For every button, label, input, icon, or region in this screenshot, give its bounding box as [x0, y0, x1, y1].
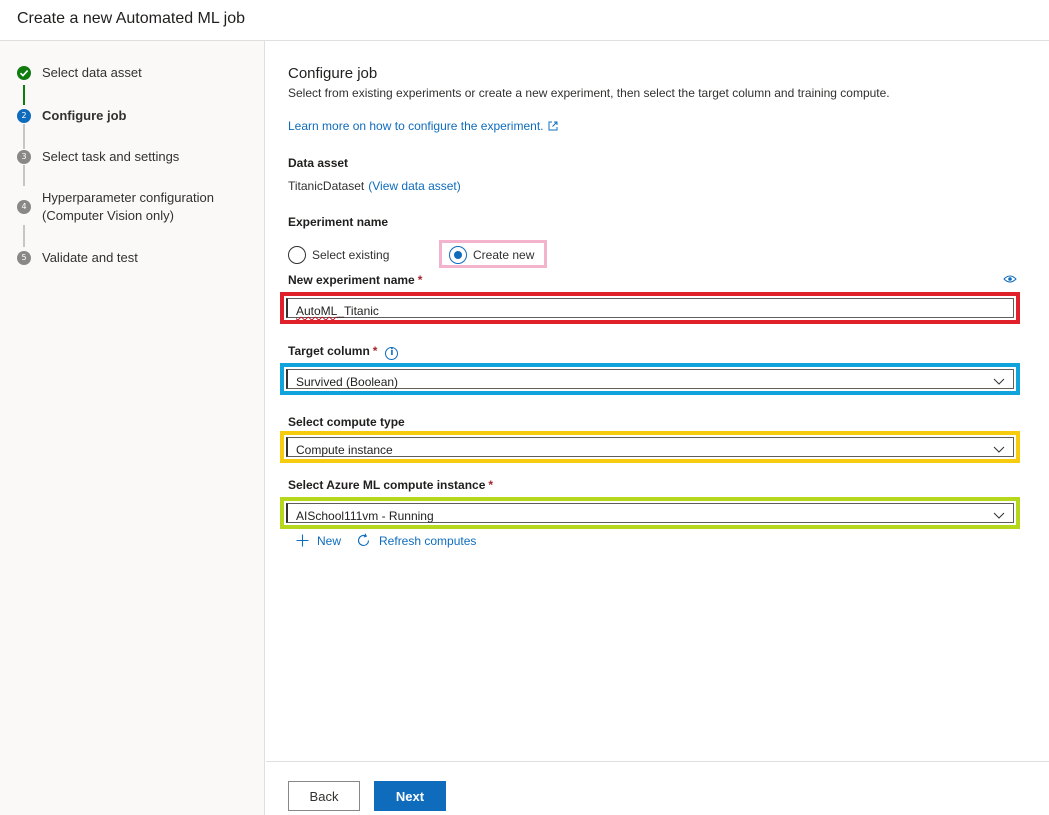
dropdown-box[interactable]: Survived (Boolean) [286, 369, 1014, 389]
new-compute-button[interactable]: New [296, 534, 341, 548]
experiment-name-label: Experiment name [288, 215, 389, 229]
label-text: Target column [288, 344, 370, 358]
dropdown-value: AISchool111vm - Running [296, 509, 434, 523]
required-asterisk: * [488, 478, 494, 492]
learn-more-link-text: Learn more on how to configure the exper… [288, 119, 544, 133]
step-label: Hyperparameter configuration [42, 190, 214, 205]
compute-instance-label: Select Azure ML compute instance * [288, 478, 493, 492]
required-asterisk: * [372, 344, 378, 358]
info-icon[interactable]: i [385, 347, 399, 360]
input-box[interactable]: AutoML_Titanic [286, 298, 1014, 318]
refresh-icon [358, 533, 370, 547]
radio-button[interactable] [288, 246, 306, 264]
back-button[interactable]: Back [288, 781, 360, 811]
new-experiment-name-label: New experiment name * [288, 273, 422, 287]
next-button[interactable]: Next [374, 781, 446, 811]
page-header: Create a new Automated ML job [0, 0, 1049, 41]
refresh-computes-button[interactable]: Refresh computes [356, 533, 476, 548]
new-experiment-name-input[interactable]: AutoML_Titanic [280, 292, 1020, 324]
radio-label: Select existing [312, 248, 390, 262]
step-select-task[interactable]: 3 Select task and settings [0, 148, 265, 168]
target-column-dropdown[interactable]: Survived (Boolean) [280, 363, 1020, 395]
input-value-part: AutoML [296, 304, 338, 318]
eye-icon[interactable] [1003, 274, 1017, 284]
step-select-data-asset[interactable]: Select data asset [0, 64, 265, 84]
step-connector [23, 225, 25, 247]
step-connector [23, 85, 25, 105]
radio-button[interactable] [449, 246, 467, 264]
learn-more-link[interactable]: Learn more on how to configure the exper… [288, 119, 558, 133]
wizard-steps-sidebar: Select data asset 2 Configure job 3 Sele… [0, 41, 265, 815]
step-number-icon: 3 [17, 150, 31, 164]
step-hyperparameter-config[interactable]: 4 Hyperparameter configuration (Computer… [0, 189, 265, 227]
compute-type-label: Select compute type [288, 415, 405, 429]
step-number-icon: 2 [17, 109, 31, 123]
label-text: Select Azure ML compute instance [288, 478, 486, 492]
configure-job-panel: Configure job Select from existing exper… [266, 41, 1049, 761]
checkmark-icon [17, 66, 31, 80]
chevron-down-icon [993, 378, 1005, 385]
section-title: Configure job [288, 65, 378, 82]
step-number-icon: 5 [17, 251, 31, 265]
input-value: AutoML_Titanic [296, 304, 379, 318]
radio-create-new[interactable]: Create new [449, 246, 534, 264]
step-label: Select task and settings [42, 149, 180, 164]
data-asset-value: TitanicDataset [288, 179, 365, 193]
chevron-down-icon [993, 512, 1005, 519]
required-asterisk: * [417, 273, 423, 287]
external-link-icon [548, 121, 558, 131]
dropdown-box[interactable]: Compute instance [286, 437, 1014, 457]
step-label-sub: (Computer Vision only) [42, 208, 174, 223]
refresh-computes-label: Refresh computes [379, 533, 477, 548]
plus-icon [296, 534, 309, 547]
compute-type-dropdown[interactable]: Compute instance [280, 431, 1020, 463]
step-number-icon: 4 [17, 200, 31, 214]
step-validate-test[interactable]: 5 Validate and test [0, 249, 265, 269]
step-label: Validate and test [42, 250, 138, 265]
section-description: Select from existing experiments or crea… [288, 86, 890, 100]
dropdown-value: Survived (Boolean) [296, 375, 399, 389]
dropdown-box[interactable]: AISchool111vm - Running [286, 503, 1014, 523]
new-compute-label: New [317, 533, 342, 548]
step-label: Select data asset [42, 65, 142, 80]
data-asset-row: TitanicDataset (View data asset) [288, 179, 461, 193]
step-connector [23, 124, 25, 149]
data-asset-label: Data asset [288, 156, 349, 170]
page-title: Create a new Automated ML job [17, 10, 245, 27]
compute-instance-dropdown[interactable]: AISchool111vm - Running [280, 497, 1020, 529]
radio-label: Create new [473, 248, 535, 262]
view-data-asset-link[interactable]: (View data asset) [368, 179, 461, 193]
step-connector [23, 165, 25, 186]
dropdown-value: Compute instance [296, 443, 393, 457]
target-column-label: Target column * i [288, 344, 399, 360]
label-text: New experiment name [288, 273, 415, 287]
radio-select-existing[interactable]: Select existing [288, 246, 389, 264]
compute-actions: New Refresh computes [296, 533, 491, 548]
step-label: Configure job [42, 108, 127, 123]
step-configure-job[interactable]: 2 Configure job [0, 107, 265, 127]
input-value-part: _Titanic [337, 304, 379, 318]
chevron-down-icon [993, 446, 1005, 453]
wizard-footer: Back Next [266, 761, 1049, 815]
